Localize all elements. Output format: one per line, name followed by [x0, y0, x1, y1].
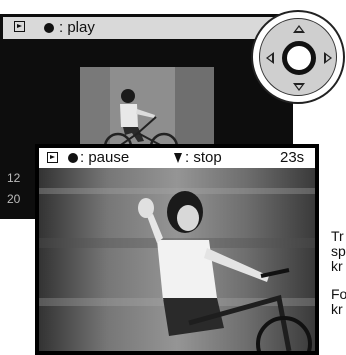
center-button-icon	[44, 23, 54, 33]
right-arrow-icon[interactable]	[324, 52, 332, 64]
side-text-line-5: kr	[331, 301, 343, 317]
pause-label: : pause	[80, 149, 130, 166]
back-status-bar: : play	[3, 17, 290, 39]
left-arrow-icon[interactable]	[266, 52, 274, 64]
front-playback-screen: : pause : stop 23s	[35, 144, 319, 355]
center-button-icon	[68, 153, 78, 163]
cyclist-photo	[39, 148, 315, 351]
side-text-line-3: kr	[331, 258, 343, 274]
playback-mode-icon	[47, 152, 58, 163]
play-label: : play	[59, 19, 95, 36]
down-key-icon	[174, 153, 182, 163]
side-text-line-2: sp	[331, 243, 346, 259]
controller-pad[interactable]	[251, 10, 345, 104]
back-info-text-2: 20	[7, 192, 21, 206]
front-status-bar: : pause : stop 23s	[39, 148, 315, 168]
time-remaining: 23s	[280, 149, 305, 166]
controller-ring[interactable]	[259, 18, 337, 96]
side-text-line-4: Fo	[331, 286, 346, 302]
center-button[interactable]	[282, 41, 316, 75]
down-arrow-icon[interactable]	[293, 83, 305, 91]
stop-label: : stop	[185, 149, 222, 166]
up-arrow-icon[interactable]	[293, 25, 305, 33]
back-info-text-1: 12	[7, 171, 21, 185]
cyclist-image-large	[39, 148, 315, 351]
side-text-line-1: Tr	[331, 228, 344, 244]
playback-mode-icon	[14, 21, 25, 32]
